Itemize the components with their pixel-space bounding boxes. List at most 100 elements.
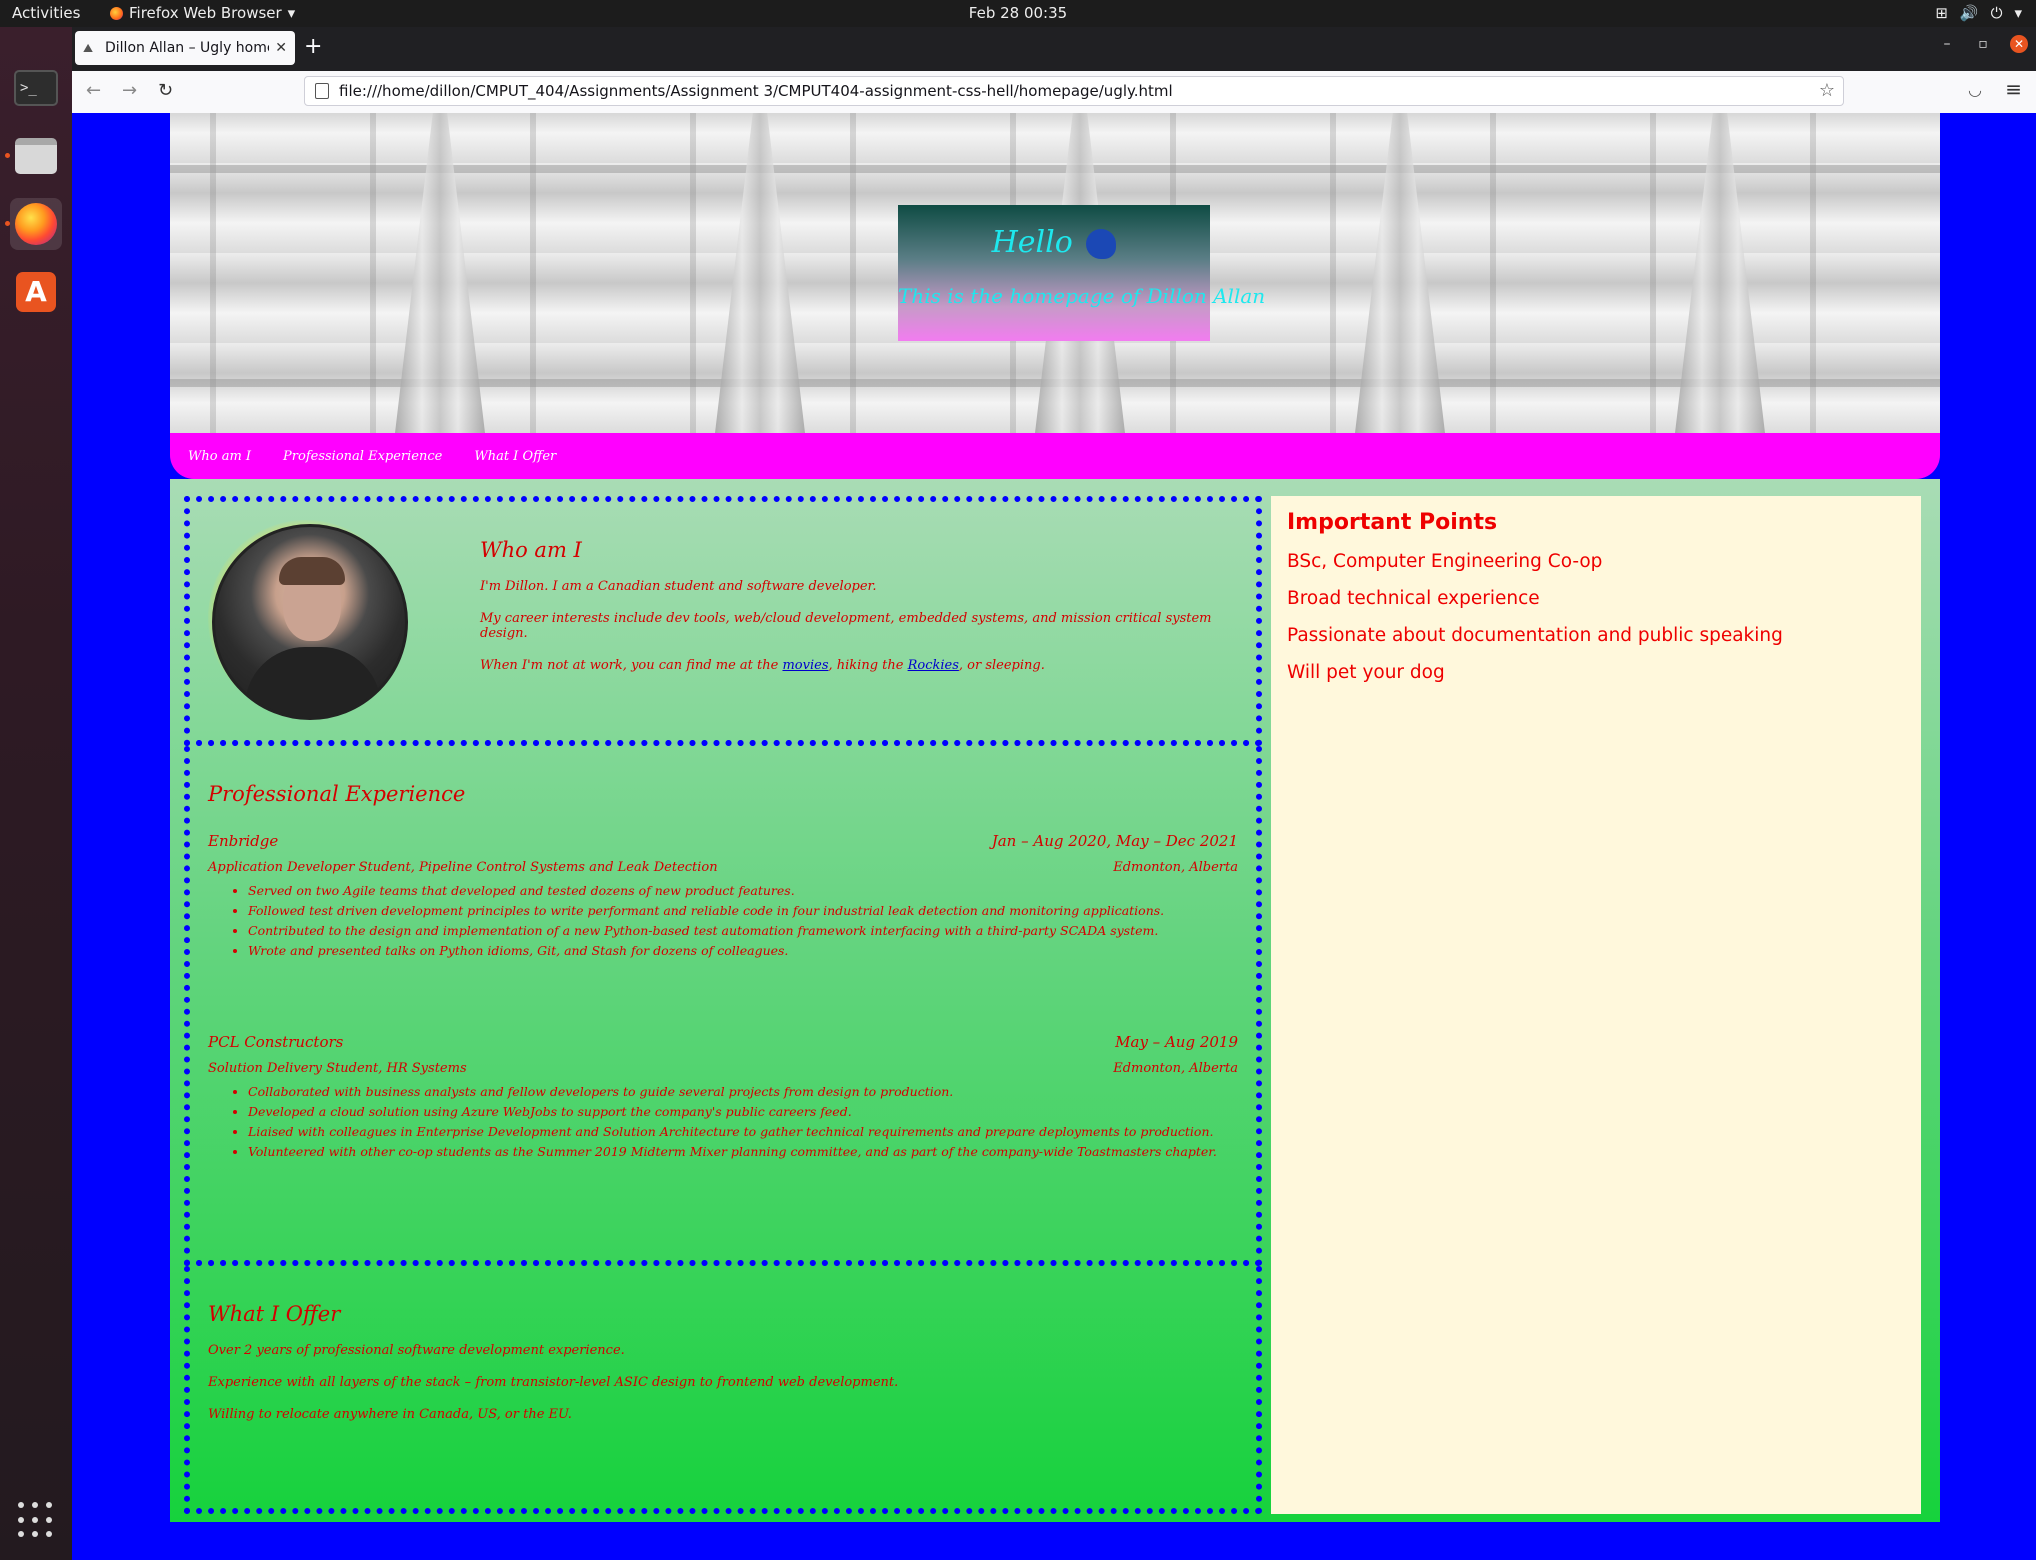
job-bullets: Collaborated with business analysts and … [208,1082,1238,1162]
aside-title: Important Points [1287,510,1498,535]
job-entry: PCL Constructors May – Aug 2019 Solution… [208,1033,1238,1162]
job-company: PCL Constructors [208,1033,344,1051]
offer-content: What I Offer Over 2 years of professiona… [208,1302,1238,1422]
files-launcher[interactable] [10,130,62,182]
running-indicator [5,221,10,226]
app-menu-label: Firefox Web Browser [129,4,282,22]
nav-link-experience[interactable]: Professional Experience [283,449,442,464]
show-applications-icon[interactable] [18,1502,54,1538]
software-store-launcher[interactable]: A [10,266,62,318]
job-dates: Jan – Aug 2020, May – Dec 2021 [991,832,1238,850]
ubuntu-dock: >_ A [0,27,72,1560]
terminal-icon: >_ [14,70,58,106]
reload-button[interactable]: ↻ [158,80,173,101]
important-points-aside: Important Points BSc, Computer Engineeri… [1271,496,1921,1514]
activities-button[interactable]: Activities [12,4,80,22]
hello-text: Hello [991,225,1073,260]
window-controls: – ▫ ✕ [1938,35,2036,53]
url-text: file:///home/dillon/CMPUT_404/Assignment… [339,82,1173,100]
tab-bar: ⛰ Dillon Allan – Ugly homep ✕ + – ▫ ✕ [72,27,2036,71]
system-top-bar: Activities Firefox Web Browser ▾ Feb 28 … [0,0,2036,27]
aside-point: Passionate about documentation and publi… [1287,625,1783,646]
job-dates: May – Aug 2019 [1115,1033,1238,1051]
network-icon[interactable]: ⊞ [1935,4,1948,22]
nav-link-who[interactable]: Who am I [188,449,251,464]
job-role: Solution Delivery Student, HR Systems [208,1061,467,1076]
volume-icon[interactable]: 🔊 [1960,4,1979,22]
job-company: Enbridge [208,832,279,850]
firefox-icon [15,203,57,245]
new-tab-button[interactable]: + [304,35,322,59]
power-icon[interactable]: ⏻ [1991,4,2003,22]
list-item: Collaborated with business analysts and … [248,1082,1238,1102]
software-store-icon: A [16,272,56,312]
header-banner: Hello This is the homepage of Dillon All… [170,113,1940,433]
hamburger-menu-icon[interactable]: ≡ [2005,77,2022,101]
back-button[interactable]: ← [86,80,101,101]
wave-hand-icon [1086,229,1117,259]
url-bar[interactable]: file:///home/dillon/CMPUT_404/Assignment… [304,76,1844,106]
who-paragraph: When I'm not at work, you can find me at… [480,658,1045,673]
hero-box: Hello This is the homepage of Dillon All… [898,205,1266,341]
firefox-window: ⛰ Dillon Allan – Ugly homep ✕ + – ▫ ✕ ← … [72,27,2036,1560]
aside-point: BSc, Computer Engineering Co-op [1287,551,1603,572]
clock[interactable]: Feb 28 00:35 [0,4,2036,22]
chevron-down-icon[interactable]: ▾ [2014,4,2022,22]
experience-content: Professional Experience Enbridge Jan – A… [208,782,1238,1162]
avatar [212,524,408,720]
maximize-button[interactable]: ▫ [1974,36,1992,52]
job-location: Edmonton, Alberta [1113,860,1238,875]
running-indicator [5,153,10,158]
list-item: Developed a cloud solution using Azure W… [248,1102,1238,1122]
main-nav: Who am I Professional Experience What I … [170,433,1940,479]
offer-title: What I Offer [208,1302,341,1326]
page-icon [315,83,329,99]
page-viewport: Hello This is the homepage of Dillon All… [72,113,2036,1560]
section-experience: Professional Experience Enbridge Jan – A… [184,740,1262,1266]
system-tray[interactable]: ⊞ 🔊 ⏻ ▾ [1935,4,2022,22]
close-tab-icon[interactable]: ✕ [275,40,287,56]
job-bullets: Served on two Agile teams that developed… [208,881,1238,961]
offer-item: Willing to relocate anywhere in Canada, … [208,1407,572,1422]
section-offer: What I Offer Over 2 years of professiona… [184,1260,1262,1514]
firefox-icon [110,6,123,20]
nav-link-offer[interactable]: What I Offer [474,449,556,464]
app-menu[interactable]: Firefox Web Browser ▾ [110,4,295,22]
who-title: Who am I [480,538,582,562]
list-item: Served on two Agile teams that developed… [248,881,1238,901]
forward-button[interactable]: → [122,80,137,101]
terminal-launcher[interactable]: >_ [10,62,62,114]
firefox-launcher[interactable] [10,198,62,250]
bookmark-star-icon[interactable]: ☆ [1819,80,1835,101]
rockies-link[interactable]: Rockies [908,658,959,673]
list-item: Liaised with colleagues in Enterprise De… [248,1122,1238,1142]
hero-greeting: Hello [898,225,1210,260]
list-item: Contributed to the design and implementa… [248,921,1238,941]
who-paragraph: My career interests include dev tools, w… [480,611,1212,641]
offer-item: Over 2 years of professional software de… [208,1343,625,1358]
aside-point: Will pet your dog [1287,662,1445,683]
movies-link[interactable]: movies [782,658,828,673]
job-role: Application Developer Student, Pipeline … [208,860,718,875]
job-entry: Enbridge Jan – Aug 2020, May – Dec 2021 … [208,832,1238,961]
pocket-icon[interactable]: ◡ [1968,80,1982,99]
page-container: Hello This is the homepage of Dillon All… [170,113,1940,1522]
aside-point: Broad technical experience [1287,588,1540,609]
close-window-button[interactable]: ✕ [2010,35,2028,53]
page-icon: ⛰ [83,41,94,55]
section-who: Who am I I'm Dillon. I am a Canadian stu… [184,496,1262,746]
list-item: Wrote and presented talks on Python idio… [248,941,1238,961]
experience-title: Professional Experience [208,782,466,806]
list-item: Followed test driven development princip… [248,901,1238,921]
minimize-button[interactable]: – [1938,36,1956,52]
job-location: Edmonton, Alberta [1113,1061,1238,1076]
hero-subtitle: This is the homepage of Dillon Allan [898,284,1266,308]
offer-item: Experience with all layers of the stack … [208,1375,899,1390]
tab-active[interactable]: ⛰ Dillon Allan – Ugly homep ✕ [75,31,295,65]
list-item: Volunteered with other co-op students as… [248,1142,1238,1162]
navigation-toolbar: ← → ↻ file:///home/dillon/CMPUT_404/Assi… [72,71,2036,114]
tab-title: Dillon Allan – Ugly homep [105,40,270,56]
files-icon [15,138,57,174]
who-text: Who am I I'm Dillon. I am a Canadian stu… [480,538,1240,673]
who-paragraph: I'm Dillon. I am a Canadian student and … [480,579,877,594]
